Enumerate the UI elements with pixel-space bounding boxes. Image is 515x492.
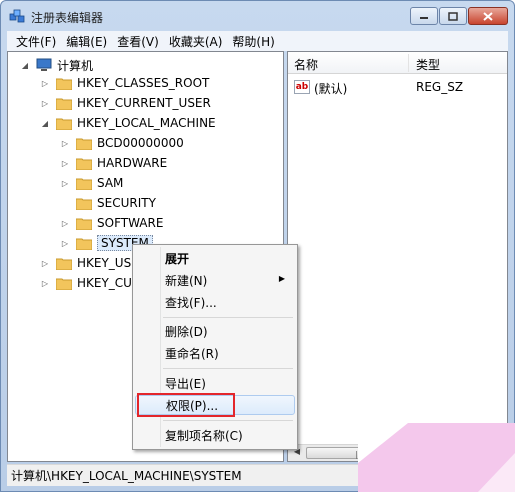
minimize-icon: [420, 17, 428, 19]
folder-icon: [76, 178, 92, 190]
menu-item-copy-key-name[interactable]: 复制项名称(C): [135, 425, 295, 445]
menu-item-label: 新建(N): [165, 273, 208, 288]
folder-icon: [76, 198, 92, 210]
menu-bar: 文件(F) 编辑(E) 查看(V) 收藏夹(A) 帮助(H): [7, 31, 508, 51]
registry-editor-app-icon: [9, 9, 25, 23]
tree-node-bcd[interactable]: ▷ BCD00000000: [60, 133, 184, 153]
menu-file[interactable]: 文件(F): [11, 33, 61, 50]
expand-arrow-icon[interactable]: ▷: [60, 178, 70, 188]
submenu-arrow-icon: ▶: [278, 274, 285, 283]
no-expand-spacer: [60, 198, 70, 208]
menu-help[interactable]: 帮助(H): [227, 33, 279, 50]
folder-icon: [56, 78, 72, 90]
tree-label: SAM: [97, 176, 124, 190]
caption-buttons: [409, 7, 508, 25]
maximize-icon: [448, 11, 458, 21]
folder-icon: [56, 98, 72, 110]
menu-item-new[interactable]: 新建(N) ▶: [135, 270, 295, 290]
menu-separator: [163, 420, 293, 421]
tree-label: HKEY_CLASSES_ROOT: [77, 76, 210, 90]
menu-item-label: 重命名(R): [165, 346, 219, 361]
menu-item-label: 展开: [165, 251, 190, 266]
column-header-type[interactable]: 类型: [416, 56, 440, 73]
tree-label: BCD00000000: [97, 136, 184, 150]
tree-node-hkey-local-machine[interactable]: ◢ HKEY_LOCAL_MACHINE: [40, 113, 216, 133]
expand-arrow-icon[interactable]: ▷: [40, 278, 50, 288]
menu-item-expand[interactable]: 展开: [135, 248, 295, 268]
menu-item-rename[interactable]: 重命名(R): [135, 343, 295, 363]
folder-icon: [56, 278, 72, 290]
status-path: 计算机\HKEY_LOCAL_MACHINE\SYSTEM: [11, 469, 242, 483]
computer-icon: [36, 58, 52, 71]
menu-view[interactable]: 查看(V): [112, 33, 164, 50]
folder-icon: [76, 238, 92, 250]
column-divider[interactable]: [408, 54, 409, 72]
menu-item-label: 查找(F)...: [165, 295, 217, 310]
menu-item-label: 删除(D): [165, 324, 208, 339]
column-header-name[interactable]: 名称: [294, 56, 318, 73]
values-list-pane[interactable]: 名称 类型 ab (默认) REG_SZ ◀ ||| ▶: [287, 51, 508, 462]
close-button[interactable]: [468, 7, 508, 25]
menu-item-export[interactable]: 导出(E): [135, 373, 295, 393]
tree-label: SOFTWARE: [97, 216, 164, 230]
tree-label: SECURITY: [97, 196, 156, 210]
tree-node-hkey-current-config[interactable]: ▷ HKEY_CUR: [40, 273, 140, 293]
close-icon: [483, 11, 493, 21]
expand-arrow-icon[interactable]: ▷: [60, 158, 70, 168]
title-bar[interactable]: 注册表编辑器: [1, 1, 514, 31]
tree-node-hkey-classes-root[interactable]: ▷ HKEY_CLASSES_ROOT: [40, 73, 209, 93]
tree-node-hkey-current-user[interactable]: ▷ HKEY_CURRENT_USER: [40, 93, 211, 113]
highlight-annotation: [137, 393, 235, 417]
menu-item-label: 导出(E): [165, 376, 206, 391]
menu-separator: [163, 317, 293, 318]
folder-icon: [76, 158, 92, 170]
tree-node-sam[interactable]: ▷ SAM: [60, 173, 123, 193]
expand-arrow-icon[interactable]: ▷: [40, 98, 50, 108]
menu-item-delete[interactable]: 删除(D): [135, 321, 295, 341]
window-title: 注册表编辑器: [31, 11, 104, 25]
tree-label: HKEY_USE: [77, 256, 139, 270]
folder-icon: [56, 258, 72, 270]
expand-arrow-icon[interactable]: ▷: [40, 78, 50, 88]
folder-icon: [76, 138, 92, 150]
maximize-button[interactable]: [439, 7, 467, 25]
expand-arrow-icon[interactable]: ▷: [60, 138, 70, 148]
tree-node-hkey-users[interactable]: ▷ HKEY_USE: [40, 253, 139, 273]
context-menu: 展开 新建(N) ▶ 查找(F)... 删除(D) 重命名(R) 导出(E) 权…: [132, 244, 298, 450]
tree-label: HKEY_LOCAL_MACHINE: [77, 116, 216, 130]
watermark-logo: [358, 423, 515, 492]
minimize-button[interactable]: [410, 7, 438, 25]
open-folder-icon: [56, 118, 72, 130]
collapse-arrow-icon[interactable]: ◢: [20, 60, 30, 70]
expand-arrow-icon[interactable]: ▷: [40, 258, 50, 268]
list-header: 名称 类型: [288, 52, 507, 74]
list-row[interactable]: ab (默认) REG_SZ: [288, 78, 507, 96]
value-type: REG_SZ: [416, 80, 464, 94]
menu-favorites[interactable]: 收藏夹(A): [164, 33, 228, 50]
tree-node-computer[interactable]: ◢ 计算机: [20, 55, 93, 75]
string-value-icon: ab: [294, 80, 310, 94]
collapse-arrow-icon[interactable]: ◢: [40, 118, 50, 128]
value-name: (默认): [314, 82, 348, 96]
menu-item-find[interactable]: 查找(F)...: [135, 292, 295, 312]
tree-label: HARDWARE: [97, 156, 168, 170]
folder-icon: [76, 218, 92, 230]
tree-label-computer: 计算机: [57, 58, 94, 73]
expand-arrow-icon[interactable]: ▷: [60, 218, 70, 228]
expand-arrow-icon[interactable]: ▷: [60, 238, 70, 248]
tree-label: HKEY_CURRENT_USER: [77, 96, 211, 110]
menu-edit[interactable]: 编辑(E): [61, 33, 112, 50]
tree-node-security[interactable]: SECURITY: [60, 193, 156, 213]
menu-separator: [163, 368, 293, 369]
menu-item-label: 复制项名称(C): [165, 428, 243, 443]
tree-node-software[interactable]: ▷ SOFTWARE: [60, 213, 164, 233]
tree-node-hardware[interactable]: ▷ HARDWARE: [60, 153, 167, 173]
tree-label: HKEY_CUR: [77, 276, 141, 290]
